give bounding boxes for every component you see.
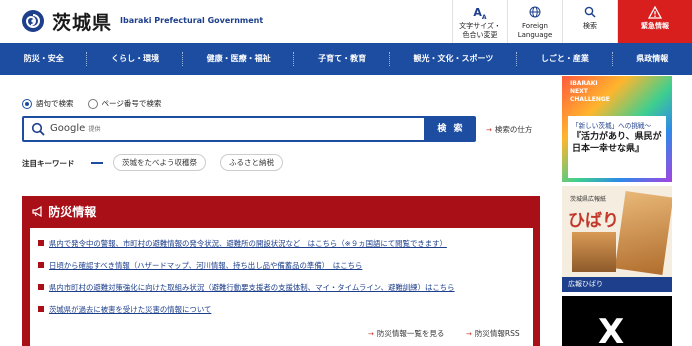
banner-brand: IBARAKI NEXT CHALLENGE xyxy=(570,80,610,104)
banner-card: 「新しい茨城」への挑戦～ 『活力があり、県民が日本一幸せな県』 xyxy=(568,116,666,178)
keyword-chip[interactable]: ふるさと納税 xyxy=(220,154,283,171)
arrow-right-icon: → xyxy=(368,330,374,338)
featured-keywords-divider xyxy=(91,162,103,164)
nav-item-disaster-safety[interactable]: 防災・安全 xyxy=(0,43,88,75)
bullet-icon xyxy=(38,306,44,312)
banner-slogan: 『活力があり、県民が日本一幸せな県』 xyxy=(572,132,662,154)
list-item[interactable]: 県内で発令中の警報、市町村の避難情報の発令状況、避難所の開設状況など はこちら（… xyxy=(38,238,447,249)
nav-item-work-industry[interactable]: しごと・産業 xyxy=(517,43,614,75)
disaster-info-title: 防災情報 xyxy=(32,203,96,220)
disaster-info-panel: 防災情報 県内で発令中の警報、市町村の避難情報の発令状況、避難所の開設状況など … xyxy=(22,196,540,346)
list-item-text: 日頃から確認すべき情報（ハザードマップ、河川情報、持ち出し品や備蓄品の準備） は… xyxy=(49,261,363,270)
disaster-list-link[interactable]: → 防災情報一覧を見る xyxy=(368,328,444,339)
search-icon xyxy=(563,6,617,20)
text-size-icon: AA xyxy=(473,6,487,22)
magazine-title: ひばり xyxy=(568,211,619,231)
disaster-info-heading: 防災情報 xyxy=(48,205,97,219)
magazine-cover-image xyxy=(572,232,616,272)
magazine-cover-image xyxy=(614,191,672,275)
search-help-link[interactable]: → 検索の仕方 xyxy=(486,124,532,135)
header-search-button[interactable]: 検索 xyxy=(562,0,617,43)
text-size-label-2: 色合い変更 xyxy=(462,31,498,39)
list-item[interactable]: 茨城県が過去に被害を受けた災害の情報について xyxy=(38,304,211,315)
search-input-icon xyxy=(31,121,45,140)
global-nav: 防災・安全 くらし・環境 健康・医療・福祉 子育て・教育 観光・文化・スポーツ … xyxy=(0,43,692,75)
search-by-page-number-label[interactable]: ページ番号で検索 xyxy=(102,98,162,109)
bullet-icon xyxy=(38,262,44,268)
prefecture-logo-icon[interactable] xyxy=(22,10,44,32)
hibari-banner-caption[interactable]: 広報ひばり xyxy=(562,277,672,292)
search-placeholder-provided: 提供 xyxy=(88,126,101,133)
foreign-language-label-1: Foreign xyxy=(522,22,548,30)
magazine-label: 茨城県広報紙 xyxy=(570,196,607,203)
emergency-info-label: 緊急情報 xyxy=(641,22,669,30)
disaster-info-list: 県内で発令中の警報、市町村の避難情報の発令状況、避難所の開設状況など はこちら（… xyxy=(30,228,533,346)
search-placeholder: Google 提供 xyxy=(50,123,100,134)
list-item-text: 県内で発令中の警報、市町村の避難情報の発令状況、避難所の開設状況など はこちら（… xyxy=(49,239,447,248)
search-placeholder-google: Google xyxy=(50,123,86,134)
list-item[interactable]: 県内市町村の避難対策強化に向けた取組み状況（避難行動要支援者の支援体制、マイ・タ… xyxy=(38,282,455,293)
page: 茨城県 Ibaraki Prefectural Government AA 文字… xyxy=(0,0,692,346)
disaster-rss-label: 防災情報RSS xyxy=(474,329,520,338)
search-by-keyword-radio[interactable] xyxy=(22,98,32,109)
ibaraki-next-challenge-banner[interactable]: IBARAKI NEXT CHALLENGE 「新しい茨城」への挑戦～ 『活力が… xyxy=(562,76,672,182)
list-item[interactable]: 日頃から確認すべき情報（ハザードマップ、河川情報、持ち出し品や備蓄品の準備） は… xyxy=(38,260,362,271)
search-input[interactable]: Google 提供 xyxy=(22,116,426,142)
site-header: 茨城県 Ibaraki Prefectural Government AA 文字… xyxy=(0,0,692,43)
text-size-label-1: 文字サイズ・ xyxy=(459,22,501,30)
header-search-label: 検索 xyxy=(583,22,597,30)
x-logo-icon: X xyxy=(598,312,625,346)
list-item-text: 茨城県が過去に被害を受けた災害の情報について xyxy=(49,305,212,314)
site-logo-english: Ibaraki Prefectural Government xyxy=(120,16,264,25)
list-item-text: 県内市町村の避難対策強化に向けた取組み状況（避難行動要支援者の支援体制、マイ・タ… xyxy=(49,283,455,292)
search-help-label: 検索の仕方 xyxy=(494,125,533,134)
disaster-list-label: 防災情報一覧を見る xyxy=(376,329,445,338)
search-by-keyword-label[interactable]: 語句で検索 xyxy=(36,98,74,109)
globe-icon xyxy=(508,6,562,20)
featured-keywords-title: 注目キーワード xyxy=(22,159,75,168)
warning-icon xyxy=(618,5,692,20)
nav-item-health-welfare[interactable]: 健康・医療・福祉 xyxy=(183,43,295,75)
nav-item-living-environment[interactable]: くらし・環境 xyxy=(87,43,184,75)
foreign-language-label-2: Language xyxy=(517,31,553,39)
banner-brand-line1: IBARAKI xyxy=(570,80,598,87)
banner-brand-line3: CHALLENGE xyxy=(570,96,610,103)
hibari-magazine-banner[interactable]: 茨城県広報紙 ひばり xyxy=(562,186,672,290)
nav-item-tourism-culture-sports[interactable]: 観光・文化・スポーツ xyxy=(390,43,518,75)
foreign-language-button[interactable]: Foreign Language xyxy=(507,0,562,43)
keyword-chip[interactable]: 茨城をたべよう収穫祭 xyxy=(113,154,206,171)
search-mode-options: 語句で検索 ページ番号で検索 xyxy=(22,98,175,109)
nav-item-prefectural-info[interactable]: 県政情報 xyxy=(613,43,692,75)
search-by-page-number-radio[interactable] xyxy=(87,98,98,109)
banner-subtitle: 「新しい茨城」への挑戦～ xyxy=(572,122,652,130)
x-social-banner[interactable]: X xyxy=(562,296,672,346)
banner-brand-line2: NEXT xyxy=(570,88,588,95)
text-size-button[interactable]: AA 文字サイズ・ 色合い変更 xyxy=(452,0,507,43)
nav-item-childcare-education[interactable]: 子育て・教育 xyxy=(294,43,391,75)
arrow-right-icon: → xyxy=(486,126,492,134)
site-logo-text[interactable]: 茨城県 xyxy=(52,8,112,35)
emergency-info-button[interactable]: 緊急情報 xyxy=(617,0,692,43)
bullet-icon xyxy=(38,284,44,290)
bullet-icon xyxy=(38,240,44,246)
disaster-rss-link[interactable]: → 防災情報RSS xyxy=(466,328,520,339)
megaphone-icon xyxy=(32,205,48,219)
search-submit-button[interactable]: 検 索 xyxy=(426,116,476,142)
arrow-right-icon: → xyxy=(466,330,472,338)
